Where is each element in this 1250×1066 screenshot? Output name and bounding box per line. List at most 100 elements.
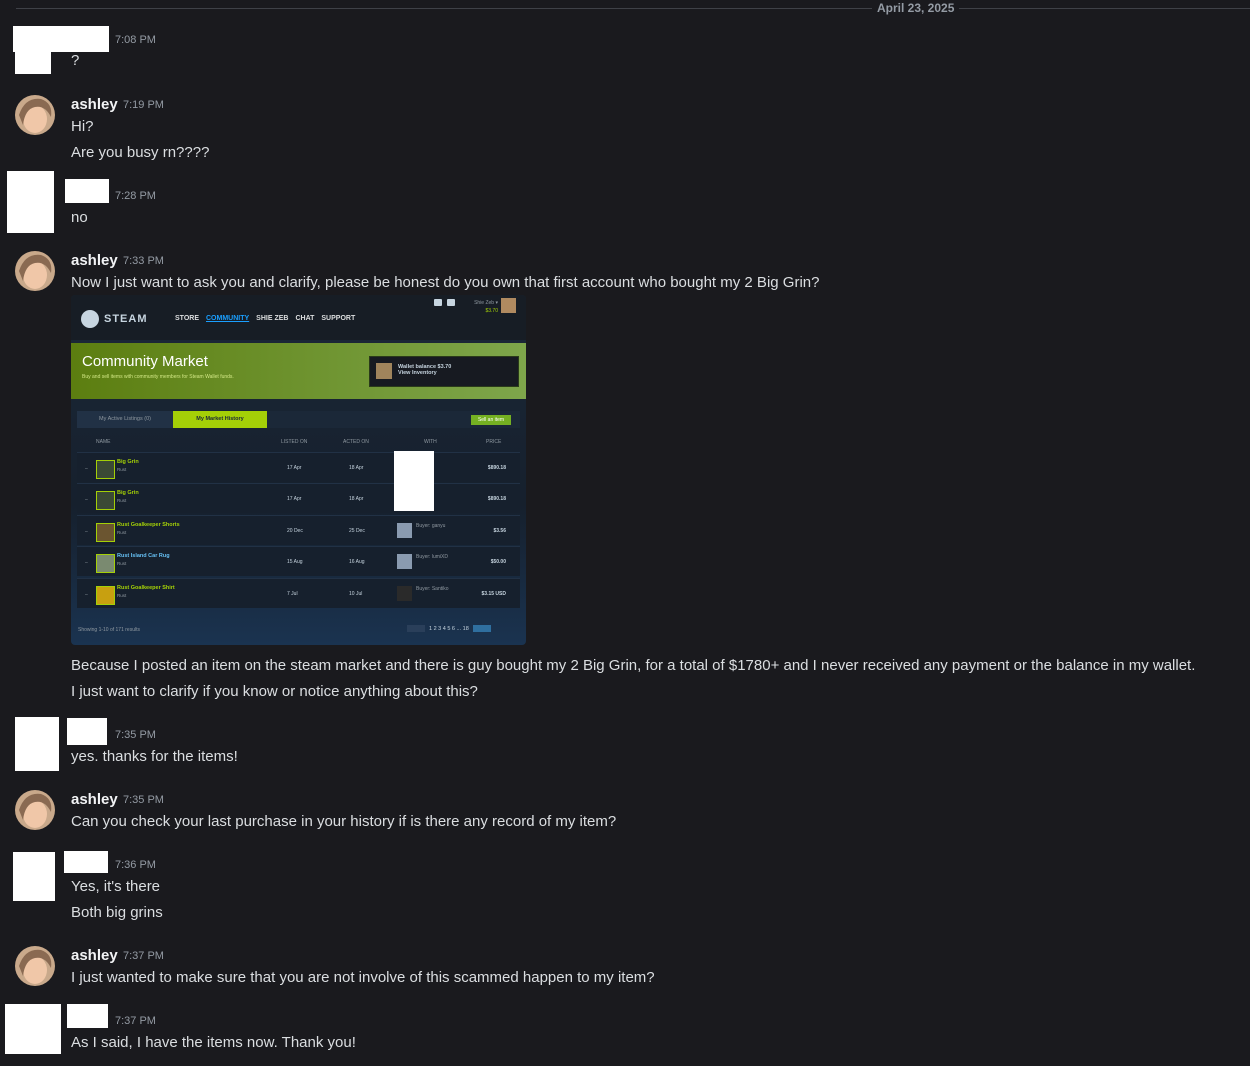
- steam-user-avatar: [501, 298, 516, 313]
- item-game: Rust: [117, 498, 127, 503]
- item-thumbnail: [96, 554, 115, 573]
- username[interactable]: ashley: [71, 252, 118, 269]
- message-text: Because I posted an item on the steam ma…: [71, 657, 1196, 674]
- redacted-avatar: [13, 852, 55, 901]
- table-row: – Big Grin Rust 17 Apr 18 Apr $890.18: [77, 483, 520, 513]
- date-divider: April 23, 2025: [872, 1, 960, 15]
- steam-logo: STEAM: [81, 310, 148, 328]
- sell-item-button: Sell an item: [471, 415, 511, 425]
- message-text: I just want to clarify if you know or no…: [71, 683, 478, 700]
- results-count: Showing 1-10 of 171 results: [78, 627, 140, 633]
- message-timestamp: 7:37 PM: [123, 950, 164, 962]
- message-text: Yes, it's there: [71, 878, 161, 895]
- column-name: NAME: [96, 439, 111, 445]
- message-text: I just wanted to make sure that you are …: [71, 969, 655, 986]
- avatar-image: [15, 251, 55, 291]
- acted-on: 18 Apr: [349, 496, 364, 502]
- avatar-image: [15, 946, 55, 986]
- message-text: Can you check your last purchase in your…: [71, 813, 617, 830]
- broadcast-icon: [434, 299, 442, 306]
- redacted-username: [65, 179, 109, 203]
- market-title: Community Market: [82, 353, 208, 370]
- message-text: Now I just want to ask you and clarify, …: [71, 274, 820, 291]
- buyer-name: Buyer: Santiko: [416, 586, 449, 592]
- username[interactable]: ashley: [71, 791, 118, 808]
- listed-on: 20 Dec: [287, 528, 303, 534]
- message-text: yes. thanks for the items!: [71, 748, 238, 765]
- buyer-name: Buyer: lumiXD: [416, 554, 448, 560]
- view-inventory: View Inventory: [398, 370, 437, 376]
- pagination: 1 2 3 4 5 6 ... 18: [407, 625, 491, 632]
- steam-nav: STORE COMMUNITY SHIE ZEB CHAT SUPPORT: [175, 315, 355, 322]
- message-text: Hi?: [71, 118, 94, 135]
- steam-logo-icon: [81, 310, 99, 328]
- message-text: ?: [71, 52, 80, 69]
- steam-header-icons: [434, 299, 455, 306]
- listed-on: 17 Apr: [287, 496, 302, 502]
- listed-on: 15 Aug: [287, 559, 303, 565]
- item-name: Rust Goalkeeper Shirt: [117, 585, 175, 591]
- message-timestamp: 7:08 PM: [115, 34, 156, 46]
- buyer-avatar: [397, 523, 412, 538]
- message-timestamp: 7:35 PM: [115, 729, 156, 741]
- market-tabs: My Active Listings (0) My Market History…: [77, 411, 520, 428]
- item-price: $890.18: [487, 465, 506, 471]
- message-text: As I said, I have the items now. Thank y…: [71, 1034, 356, 1051]
- table-row: – Rust Goalkeeper Shirt Rust 7 Jul 10 Ju…: [77, 578, 520, 608]
- message-text: no: [71, 209, 88, 226]
- item-name: Big Grin: [117, 459, 139, 465]
- avatar[interactable]: [15, 790, 55, 830]
- acted-on: 18 Apr: [349, 465, 364, 471]
- message-timestamp: 7:19 PM: [123, 99, 164, 111]
- message-text: Both big grins: [71, 904, 163, 921]
- item-game: Rust: [117, 593, 127, 598]
- message-timestamp: 7:28 PM: [115, 190, 156, 202]
- steam-nav-chat: CHAT: [295, 315, 315, 322]
- market-subtitle: Buy and sell items with community member…: [82, 374, 234, 380]
- acted-on: 10 Jul: [349, 591, 363, 597]
- redacted-avatar: [5, 1004, 61, 1054]
- steam-user-name: Shie Zeb ▾: [474, 300, 498, 306]
- column-listed: LISTED ON: [281, 439, 308, 445]
- redacted-avatar: [15, 717, 59, 771]
- item-thumbnail: [96, 586, 115, 605]
- item-thumbnail: [96, 491, 115, 510]
- prev-page-button: [407, 625, 425, 632]
- column-price: PRICE: [486, 439, 502, 445]
- listed-on: 17 Apr: [287, 465, 302, 471]
- listed-on: 7 Jul: [287, 591, 298, 597]
- item-name: Big Grin: [117, 490, 139, 496]
- item-name: Rust Island Car Rug: [117, 553, 170, 559]
- steam-nav-support: SUPPORT: [321, 315, 356, 322]
- avatar-image: [15, 790, 55, 830]
- table-row: – Rust Island Car Rug Rust 15 Aug 16 Aug…: [77, 546, 520, 576]
- steam-nav-community: COMMUNITY: [206, 315, 250, 322]
- acted-on: 25 Dec: [349, 528, 365, 534]
- date-divider-line: [16, 8, 1250, 9]
- tab-active-listings: My Active Listings (0): [77, 411, 173, 428]
- redacted-username: [13, 26, 109, 52]
- avatar[interactable]: [15, 251, 55, 291]
- username[interactable]: ashley: [71, 947, 118, 964]
- wallet-avatar: [376, 363, 392, 379]
- page-numbers: 1 2 3 4 5 6 ... 18: [429, 625, 469, 632]
- redacted-username: [67, 718, 107, 745]
- message-timestamp: 7:37 PM: [115, 1015, 156, 1027]
- redacted-avatar: [15, 50, 51, 74]
- item-price: $50.00: [490, 559, 506, 565]
- message-timestamp: 7:33 PM: [123, 255, 164, 267]
- avatar[interactable]: [15, 946, 55, 986]
- item-game: Rust: [117, 561, 127, 566]
- item-price: $890.18: [487, 496, 506, 502]
- steam-nav-profile: SHIE ZEB: [256, 315, 289, 322]
- avatar[interactable]: [15, 95, 55, 135]
- table-header: NAME LISTED ON ACTED ON WITH PRICE: [77, 436, 520, 448]
- attachment-image[interactable]: STEAM STORE COMMUNITY SHIE ZEB CHAT SUPP…: [71, 295, 526, 645]
- buyer-name: Buyer: ganyu: [416, 523, 446, 529]
- item-game: Rust: [117, 530, 127, 535]
- acted-on: 16 Aug: [349, 559, 365, 565]
- message-timestamp: 7:35 PM: [123, 794, 164, 806]
- username[interactable]: ashley: [71, 96, 118, 113]
- redacted-username: [67, 1004, 108, 1028]
- item-thumbnail: [96, 460, 115, 479]
